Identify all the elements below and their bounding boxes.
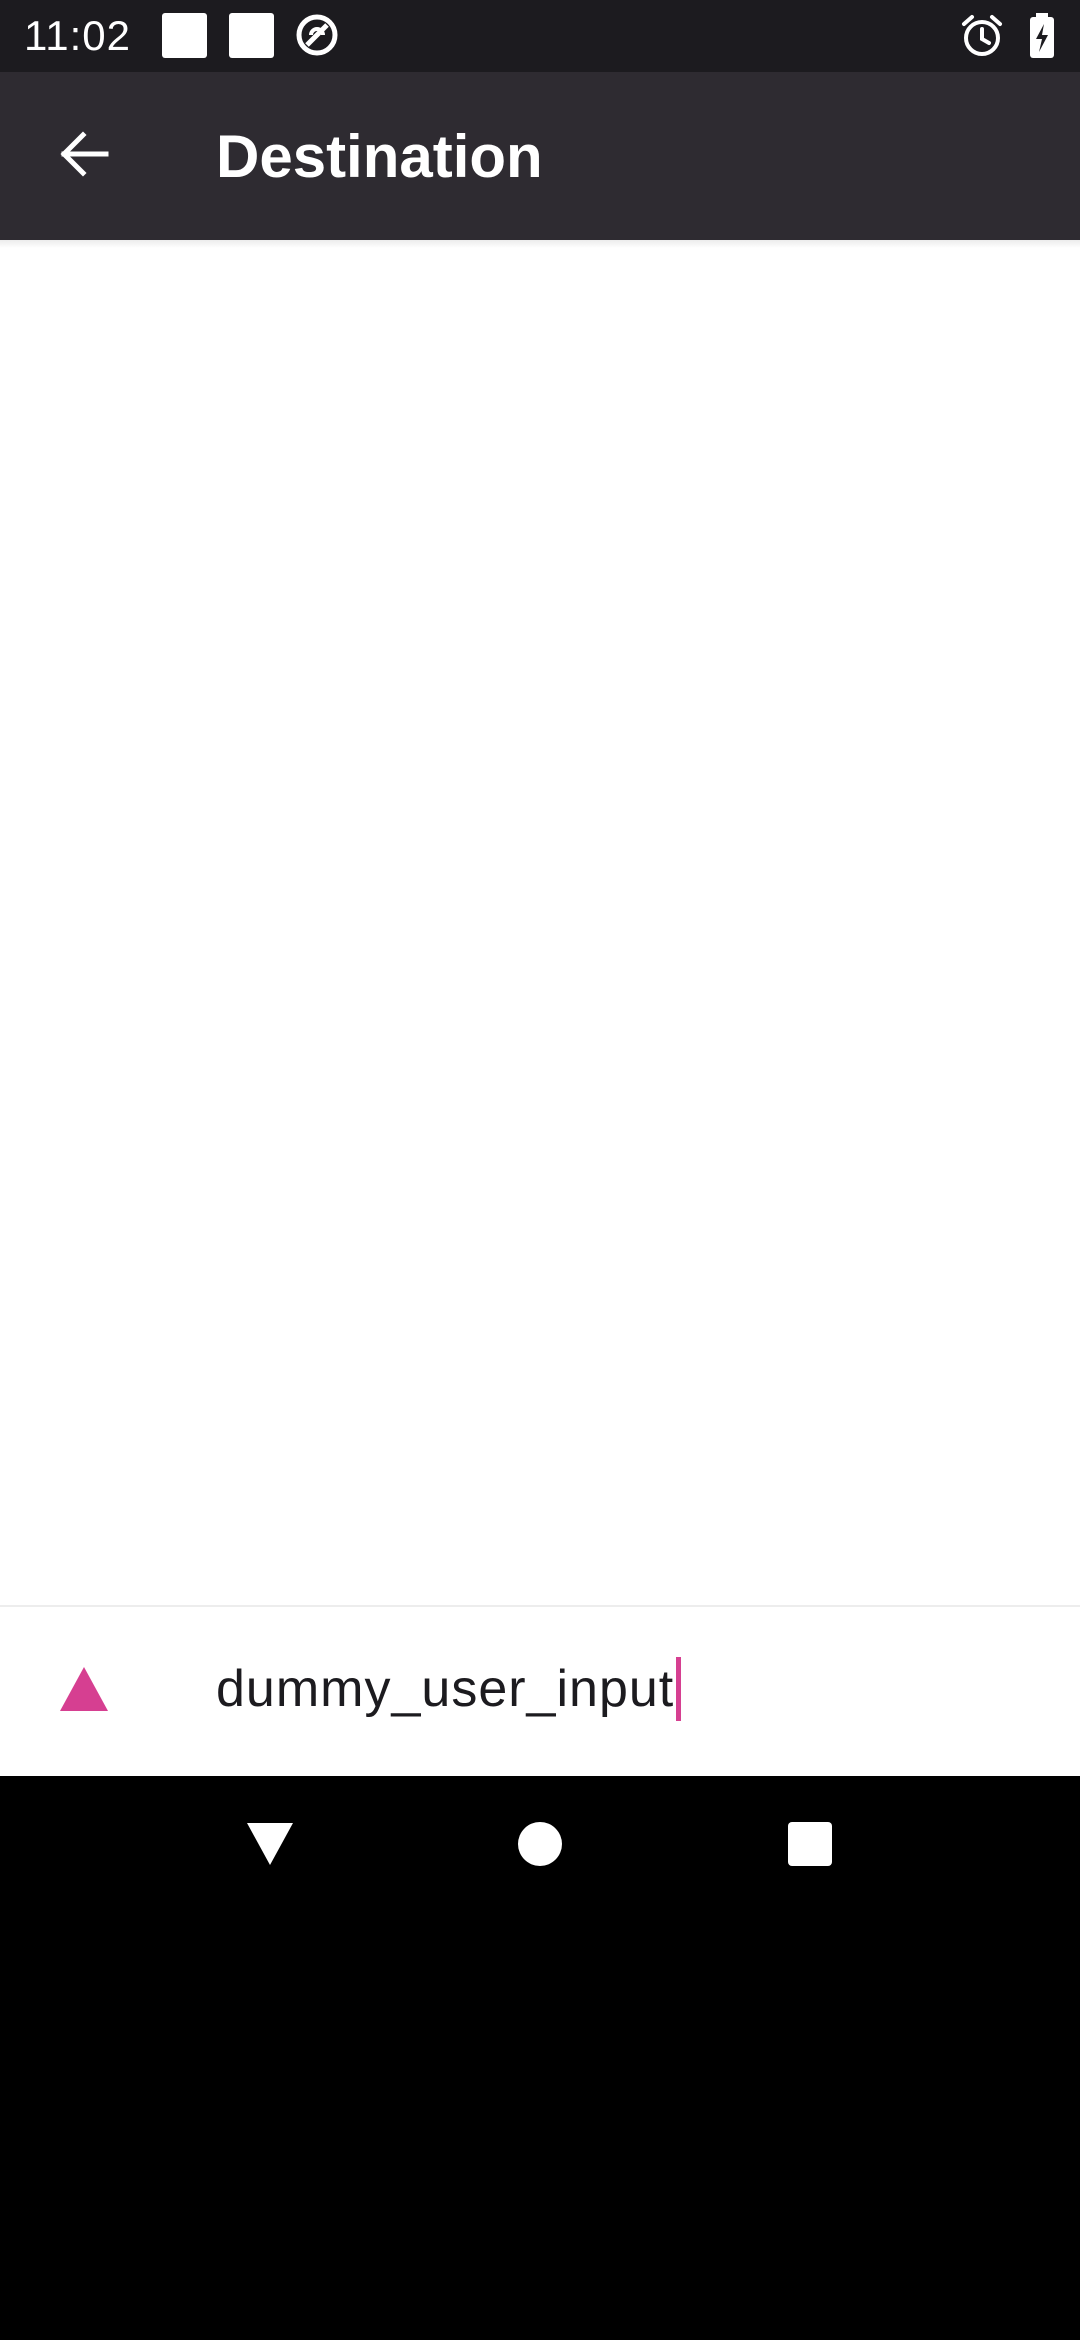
text-cursor	[676, 1657, 682, 1721]
nav-home-button[interactable]	[490, 1796, 590, 1896]
alarm-icon	[958, 12, 1006, 65]
send-triangle-icon	[58, 1665, 110, 1718]
do-not-disturb-icon	[294, 12, 340, 63]
input-bar: dummy_user_input	[0, 1605, 1080, 1776]
nav-back-button[interactable]	[220, 1796, 320, 1896]
notification-square-icon	[162, 13, 207, 58]
app-bar: Destination	[0, 72, 1080, 240]
battery-charging-icon	[1028, 12, 1056, 65]
message-list	[0, 240, 1080, 1605]
status-time: 11:02	[24, 12, 131, 59]
recents-square-icon	[787, 1821, 833, 1872]
arrow-back-icon	[56, 126, 112, 187]
nav-recents-button[interactable]	[760, 1796, 860, 1896]
bottom-black-area	[0, 1920, 1080, 2340]
message-input[interactable]: dummy_user_input	[216, 1651, 682, 1727]
navigation-bar	[0, 1776, 1080, 1920]
status-bar: 11:02	[0, 0, 1080, 72]
back-triangle-icon	[244, 1820, 296, 1873]
notification-square-icon	[229, 13, 274, 58]
page-title: Destination	[216, 123, 543, 190]
app-bar-shadow	[0, 240, 1080, 248]
back-button[interactable]	[40, 112, 128, 200]
message-input-value: dummy_user_input	[216, 1660, 675, 1718]
send-button[interactable]	[40, 1643, 128, 1739]
home-circle-icon	[517, 1821, 563, 1872]
